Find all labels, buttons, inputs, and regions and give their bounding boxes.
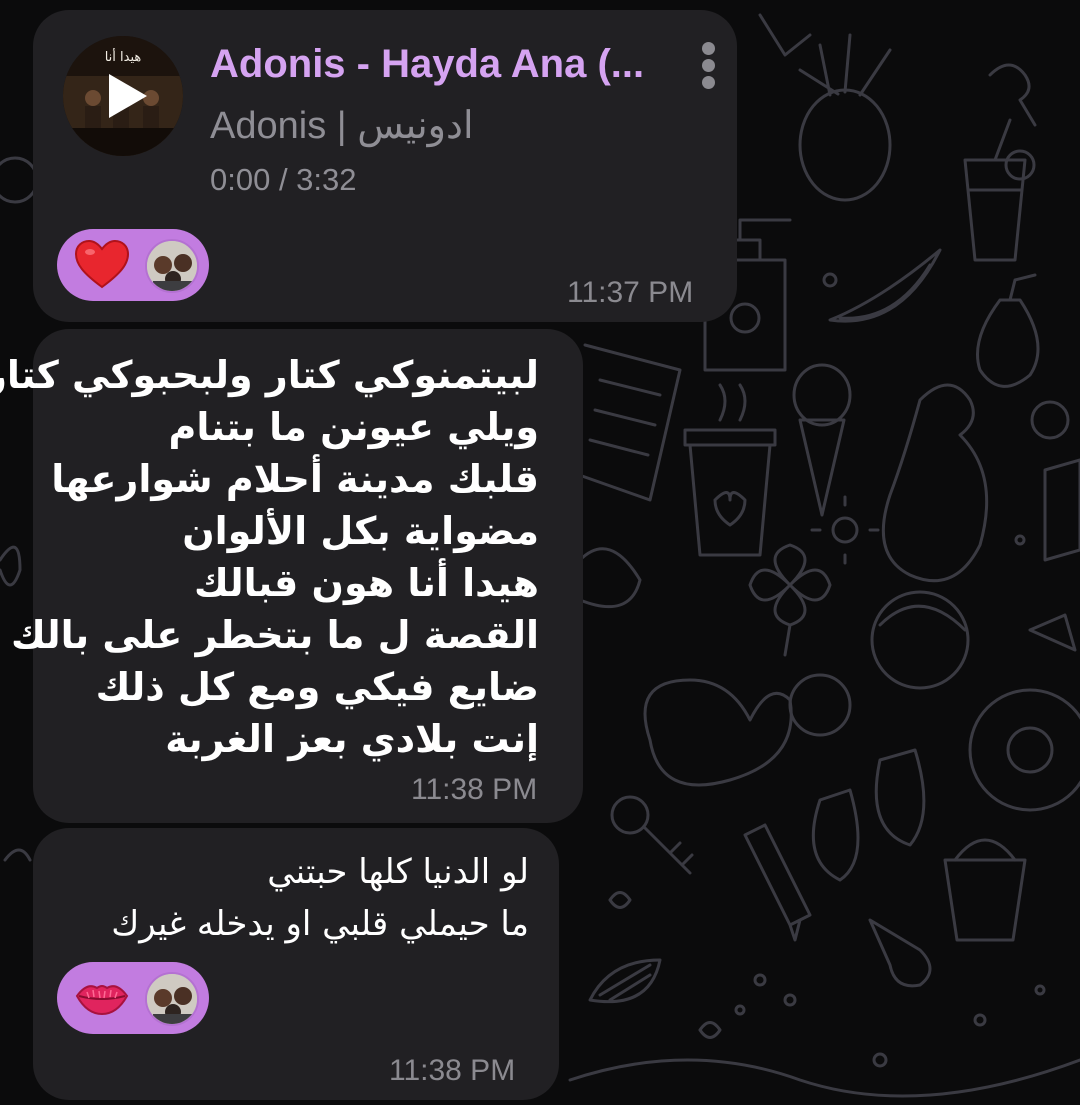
track-title[interactable]: Adonis - Hayda Ana (... bbox=[210, 42, 680, 87]
crayon-doodle bbox=[743, 823, 812, 942]
message-timestamp: 11:38 PM bbox=[389, 1054, 516, 1087]
donut-doodle bbox=[968, 688, 1080, 812]
card-doodle bbox=[1043, 458, 1080, 562]
earbud-doodle bbox=[988, 63, 1037, 127]
leaf-doodle-2 bbox=[578, 547, 642, 609]
shell-doodle bbox=[588, 958, 662, 1004]
lyric-line: قلبك مدينة أحلام شوارعها bbox=[51, 457, 539, 501]
reactor-avatar bbox=[145, 972, 199, 1026]
reactor-avatar bbox=[145, 239, 199, 293]
baseball-doodle bbox=[788, 673, 852, 737]
paw-doodle bbox=[1030, 400, 1070, 440]
avatar-photo bbox=[147, 241, 197, 291]
track-artist: Adonis | ادونيس bbox=[210, 105, 474, 147]
lyric-line: إنت بلادي بعز الغربة bbox=[165, 717, 539, 761]
track-duration: 0:00 / 3:32 bbox=[210, 162, 357, 197]
reply-line: لو الدنيا كلها حبتني bbox=[267, 852, 529, 892]
drink-doodle bbox=[963, 118, 1027, 262]
wave-doodle bbox=[568, 1058, 1080, 1098]
lemon-doodle bbox=[0, 156, 39, 204]
duck-float-doodle bbox=[881, 383, 989, 583]
audio-message-bubble[interactable]: هيدا أنا Adonis - Hayda Ana (... Adonis … bbox=[33, 10, 737, 322]
message-timestamp: 11:37 PM bbox=[567, 276, 694, 309]
reply-line: ما حيملي قلبي او يدخله غيرك bbox=[111, 904, 529, 944]
bucket-doodle bbox=[943, 838, 1027, 942]
lyric-line: لبيتمنوكي كتار ولبحبوكي كتار bbox=[0, 353, 539, 397]
pear-doodle bbox=[976, 273, 1040, 388]
play-icon[interactable] bbox=[63, 36, 183, 156]
lyrics-message-bubble[interactable]: لبيتمنوكي كتار ولبحبوكي كتار ويلي عيونن … bbox=[0, 329, 583, 823]
lyric-line: هيدا أنا هون قبالك bbox=[193, 561, 539, 605]
lyric-line: ويلي عيونن ما بتنام bbox=[168, 405, 540, 449]
album-cover[interactable]: هيدا أنا bbox=[63, 36, 183, 156]
red-heart-icon bbox=[74, 239, 130, 289]
clover-doodle bbox=[748, 543, 832, 657]
avatar-photo bbox=[147, 974, 197, 1024]
lyric-line: مضواية بكل الألوان bbox=[182, 509, 539, 553]
lips-kiss-icon bbox=[75, 985, 129, 1016]
pineapple-doodle bbox=[798, 88, 892, 202]
ice-cream-doodle bbox=[798, 418, 846, 517]
coffee-cup-doodle bbox=[683, 428, 777, 557]
more-options-icon[interactable] bbox=[697, 40, 721, 90]
chat-screen: هيدا أنا Adonis - Hayda Ana (... Adonis … bbox=[0, 0, 1080, 1105]
flip-flop-doodle bbox=[811, 748, 926, 882]
lyric-line: القصة ل ما بتخطر على بالك bbox=[11, 613, 539, 657]
message-timestamp: 11:38 PM bbox=[411, 773, 538, 806]
leaf-doodle bbox=[0, 545, 22, 587]
sun-doodle bbox=[831, 516, 859, 544]
pretzel-doodle bbox=[643, 678, 793, 787]
reply-message-bubble[interactable]: لو الدنيا كلها حبتني ما حيملي قلبي او يد… bbox=[33, 828, 559, 1100]
shovel-doodle bbox=[868, 918, 932, 988]
key-doodle bbox=[610, 795, 650, 835]
ice-cream-cone-doodle bbox=[1028, 613, 1077, 652]
reaction-pill-kiss[interactable] bbox=[57, 962, 209, 1034]
lyric-line: ضايع فيكي ومع كل ذلك bbox=[95, 665, 539, 709]
reaction-pill-heart[interactable] bbox=[57, 229, 209, 301]
